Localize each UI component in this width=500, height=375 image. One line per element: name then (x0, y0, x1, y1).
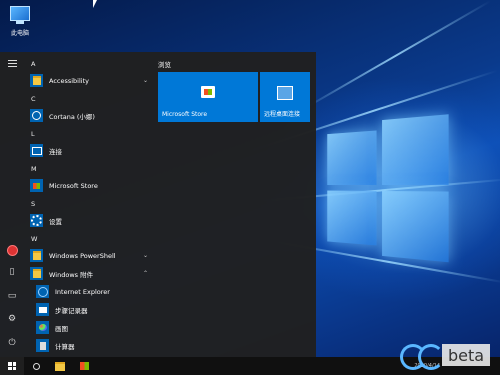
pcbeta-logo-icon (400, 342, 444, 370)
start-menu: ▯ ▭ ⚙ ⏻ A Accessibility ⌄ C Cortana (小娜)… (0, 52, 316, 357)
tiles-section: 浏览 Microsoft Store 远程桌面连接 (158, 58, 310, 122)
windows-logo-wallpaper (327, 114, 449, 263)
list-item[interactable]: 画图 (26, 319, 152, 336)
search-icon (32, 362, 40, 370)
computer-icon (10, 6, 30, 24)
taskbar-store[interactable] (72, 357, 96, 375)
watermark-beta-text: beta (442, 344, 491, 366)
taskbar-file-explorer[interactable] (48, 357, 72, 375)
list-item[interactable]: 连接 (26, 142, 152, 159)
list-item[interactable]: 步骤记录器 (26, 301, 152, 318)
list-item[interactable]: Accessibility ⌄ (26, 72, 152, 89)
list-item[interactable]: Windows PowerShell ⌄ (26, 247, 152, 264)
group-letter[interactable]: W (31, 235, 37, 243)
group-letter[interactable]: S (31, 200, 35, 208)
folder-icon (30, 74, 43, 87)
settings-gear-icon[interactable]: ⚙ (4, 311, 20, 327)
group-letter[interactable]: M (31, 165, 37, 173)
calculator-icon (36, 339, 49, 352)
store-icon (201, 86, 215, 98)
cortana-icon (30, 109, 43, 122)
paint-icon (36, 321, 49, 334)
list-item[interactable]: Internet Explorer (26, 283, 152, 300)
folder-icon (30, 267, 43, 280)
list-item[interactable]: Windows 附件 ⌃ (26, 265, 152, 282)
app-list: A Accessibility ⌄ C Cortana (小娜) L 连接 M … (26, 55, 152, 357)
store-icon (79, 362, 89, 370)
remote-desktop-icon (277, 86, 293, 100)
list-item[interactable]: 计算器 (26, 337, 152, 354)
power-icon[interactable]: ⏻ (4, 335, 20, 351)
steps-recorder-icon (36, 303, 49, 316)
chevron-down-icon: ⌄ (142, 252, 148, 259)
desktop-icon-this-pc[interactable]: 此电脑 (6, 6, 34, 37)
desktop-icon-label: 此电脑 (10, 30, 29, 37)
connect-icon (30, 144, 43, 157)
hamburger-icon[interactable] (4, 55, 20, 71)
store-icon (30, 179, 43, 192)
group-letter[interactable]: A (31, 60, 35, 68)
group-letter[interactable]: L (31, 130, 35, 138)
pictures-icon[interactable]: ▭ (4, 288, 20, 304)
list-item[interactable]: Cortana (小娜) (26, 107, 152, 124)
list-item[interactable]: 设置 (26, 212, 152, 229)
group-letter[interactable]: C (31, 95, 36, 103)
search-button[interactable] (24, 357, 48, 375)
windows-logo-icon (8, 362, 16, 370)
list-item[interactable]: Microsoft Store (26, 177, 152, 194)
chevron-down-icon: ⌄ (142, 77, 148, 84)
start-button[interactable] (0, 357, 24, 375)
folder-icon (30, 249, 43, 262)
document-icon[interactable]: ▯ (4, 264, 20, 280)
settings-gear-icon (30, 214, 43, 227)
watermark-logo: beta (400, 342, 491, 370)
tiles-section-title: 浏览 (158, 61, 171, 69)
internet-explorer-icon (36, 285, 49, 298)
tile-microsoft-store[interactable]: Microsoft Store (158, 72, 258, 122)
mouse-cursor-icon (93, 0, 97, 8)
folder-icon (55, 361, 65, 371)
avatar[interactable] (4, 242, 20, 258)
chevron-up-icon: ⌃ (142, 270, 148, 277)
tile-remote-desktop[interactable]: 远程桌面连接 (260, 72, 310, 122)
start-rail: ▯ ▭ ⚙ ⏻ (0, 52, 24, 357)
